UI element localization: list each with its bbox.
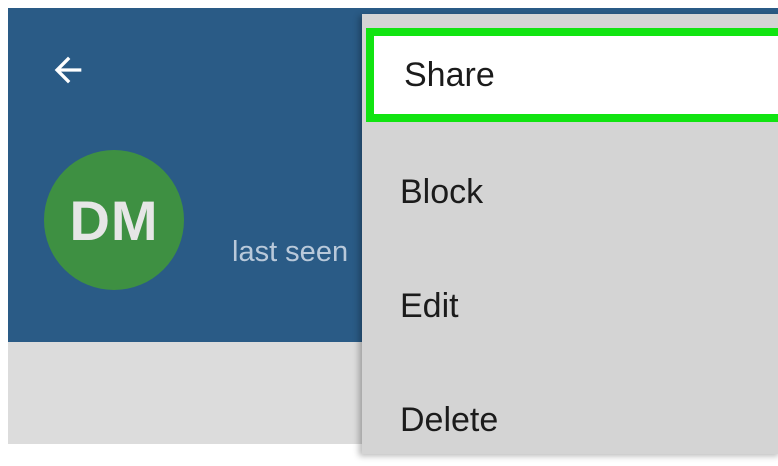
arrow-left-icon — [54, 56, 82, 84]
menu-item-label: Edit — [400, 286, 459, 325]
last-seen-status: last seen — [232, 236, 349, 268]
menu-item-block[interactable]: Block — [362, 146, 778, 238]
overflow-menu: Share Block Edit Delete — [362, 14, 778, 454]
menu-item-label: Share — [404, 55, 495, 94]
menu-item-delete[interactable]: Delete — [362, 374, 778, 466]
back-button[interactable] — [44, 46, 92, 94]
avatar[interactable]: DM — [44, 150, 184, 290]
menu-item-label: Block — [400, 172, 484, 211]
menu-item-share[interactable]: Share — [366, 28, 778, 122]
menu-item-edit[interactable]: Edit — [362, 260, 778, 352]
avatar-initials: DM — [69, 188, 159, 252]
menu-item-label: Delete — [400, 400, 499, 439]
